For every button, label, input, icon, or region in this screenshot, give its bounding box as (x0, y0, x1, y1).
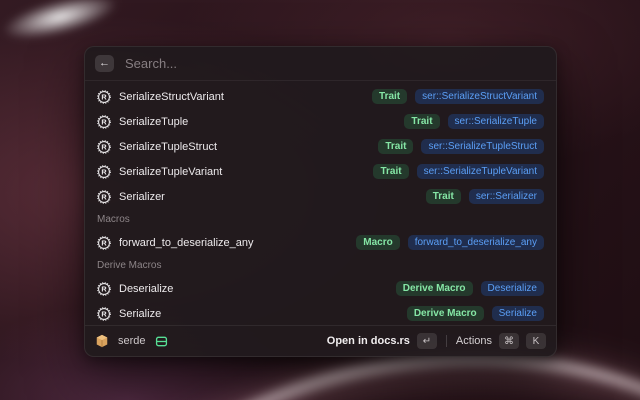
kind-badge: Trait (372, 89, 407, 104)
rust-logo-icon: R (97, 90, 111, 104)
search-bar: ← (85, 47, 556, 81)
svg-text:R: R (101, 284, 107, 293)
path-badge: ser::SerializeTuple (448, 114, 544, 129)
result-row[interactable]: R forward_to_deserialize_any Macro forwa… (93, 230, 548, 255)
svg-text:R: R (101, 192, 107, 201)
result-name: Serializer (119, 191, 165, 203)
kind-badge: Trait (404, 114, 439, 129)
path-badge: forward_to_deserialize_any (408, 235, 544, 250)
kind-badge: Trait (378, 139, 413, 154)
result-name: Deserialize (119, 283, 173, 295)
result-row[interactable]: R SerializeTuple Trait ser::SerializeTup… (93, 109, 548, 134)
kind-badge: Derive Macro (407, 306, 484, 321)
footer-bar: serde Open in docs.rs ↵ Actions ⌘ K (85, 325, 556, 356)
footer-divider (446, 335, 447, 347)
wallpaper-arc-hotspot (0, 0, 122, 48)
open-in-docs-button[interactable]: Open in docs.rs (327, 335, 410, 347)
path-badge: ser::Serializer (469, 189, 544, 204)
result-name: SerializeTupleStruct (119, 141, 217, 153)
svg-text:R: R (101, 117, 107, 126)
svg-text:R: R (101, 167, 107, 176)
svg-text:R: R (101, 142, 107, 151)
path-badge: Serialize (492, 306, 544, 321)
section-header: Derive Macros (93, 255, 548, 276)
enter-keycap: ↵ (417, 333, 437, 349)
back-button[interactable]: ← (95, 55, 114, 72)
path-badge: Deserialize (481, 281, 544, 296)
section-header: Macros (93, 209, 548, 230)
result-name: SerializeTuple (119, 116, 188, 128)
search-palette-window: ← R SerializeStructVariant Trait ser::Se… (84, 46, 557, 357)
kind-badge: Trait (426, 189, 461, 204)
result-name: Serialize (119, 308, 161, 320)
result-name: SerializeStructVariant (119, 91, 224, 103)
rust-logo-icon: R (97, 165, 111, 179)
result-row[interactable]: R Serialize Derive Macro Serialize (93, 301, 548, 325)
results-list: R SerializeStructVariant Trait ser::Seri… (85, 81, 556, 325)
result-name: SerializeTupleVariant (119, 166, 222, 178)
result-name: forward_to_deserialize_any (119, 237, 254, 249)
rust-logo-icon: R (97, 190, 111, 204)
rust-logo-icon: R (97, 307, 111, 321)
rust-logo-icon: R (97, 140, 111, 154)
rust-logo-icon: R (97, 115, 111, 129)
actions-button[interactable]: Actions (456, 335, 492, 347)
result-row[interactable]: R Serializer Trait ser::Serializer (93, 184, 548, 209)
cmd-keycap: ⌘ (499, 333, 519, 349)
path-badge: ser::SerializeTupleStruct (421, 139, 544, 154)
kind-badge: Macro (356, 235, 399, 250)
kind-badge: Derive Macro (396, 281, 473, 296)
package-icon (95, 334, 109, 348)
result-row[interactable]: R Deserialize Derive Macro Deserialize (93, 276, 548, 301)
result-row[interactable]: R SerializeTupleStruct Trait ser::Serial… (93, 134, 548, 159)
path-badge: ser::SerializeStructVariant (415, 89, 544, 104)
kind-badge: Trait (373, 164, 408, 179)
svg-text:R: R (101, 309, 107, 318)
result-row[interactable]: R SerializeStructVariant Trait ser::Seri… (93, 84, 548, 109)
svg-text:R: R (101, 92, 107, 101)
svg-text:R: R (101, 238, 107, 247)
docs-book-icon (155, 334, 169, 348)
k-keycap: K (526, 333, 546, 349)
rust-logo-icon: R (97, 236, 111, 250)
search-input[interactable] (123, 55, 546, 72)
rust-logo-icon: R (97, 282, 111, 296)
crate-name-label: serde (118, 335, 146, 347)
path-badge: ser::SerializeTupleVariant (417, 164, 544, 179)
result-row[interactable]: R SerializeTupleVariant Trait ser::Seria… (93, 159, 548, 184)
arrow-left-icon: ← (99, 55, 110, 72)
